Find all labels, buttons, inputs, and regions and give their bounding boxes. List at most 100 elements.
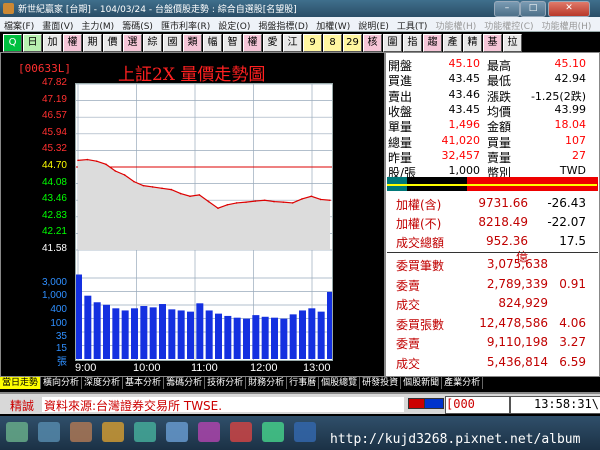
toolbar-button[interactable]: 日 bbox=[23, 34, 42, 52]
status-bar: 精誠 資料來源:台灣證券交易所 TWSE. [000 13:58:31\ bbox=[0, 392, 600, 414]
menu-item[interactable]: 揭盤指標(D) bbox=[254, 17, 312, 32]
toolbar-button[interactable]: 指 bbox=[403, 34, 422, 52]
time-tick-label: 10:00 bbox=[133, 362, 161, 374]
menu-item[interactable]: 工具(T) bbox=[393, 17, 432, 32]
toolbar-button[interactable]: 精 bbox=[463, 34, 482, 52]
tab-8[interactable]: 個股總覽 bbox=[319, 377, 361, 389]
price-point bbox=[207, 200, 210, 203]
toolbar-button[interactable]: Q bbox=[3, 34, 22, 52]
menu-item[interactable]: 功能權(H) bbox=[431, 17, 480, 32]
menu-item[interactable]: 功能權控(C) bbox=[480, 17, 537, 32]
close-button[interactable]: ✕ bbox=[548, 1, 590, 17]
toolbar-button[interactable]: 選 bbox=[123, 34, 142, 52]
toolbar-button[interactable]: 國 bbox=[163, 34, 182, 52]
toolbar-button[interactable]: 核 bbox=[363, 34, 382, 52]
quote-value: 18.04 bbox=[554, 118, 587, 132]
price-point bbox=[282, 201, 285, 203]
stat-label: 委買筆數 bbox=[396, 259, 445, 273]
taskbar-app-icon[interactable] bbox=[262, 422, 284, 442]
taskbar-app-icon[interactable] bbox=[294, 422, 316, 442]
menu-item[interactable]: 籌碼(S) bbox=[118, 17, 157, 32]
menu-item[interactable]: 主力(M) bbox=[77, 17, 118, 32]
toolbar: Q 日加權期價選綜國類幅智權愛江 9 8 29 核圍指趨產精基拉 bbox=[0, 32, 600, 52]
taskbar-app-icon[interactable] bbox=[134, 422, 156, 442]
toolbar-button[interactable]: 權 bbox=[63, 34, 82, 52]
tab-1[interactable]: 橫向分析 bbox=[41, 377, 83, 389]
tab-6[interactable]: 財務分析 bbox=[246, 377, 288, 389]
volume-bar bbox=[159, 304, 166, 359]
quote-value: 45.10 bbox=[448, 57, 481, 70]
minimize-button[interactable]: – bbox=[494, 1, 520, 17]
menu-item[interactable]: 功能權用(H) bbox=[538, 17, 596, 32]
toolbar-button[interactable]: 9 bbox=[303, 34, 322, 52]
menu-item[interactable]: 設定(O) bbox=[214, 17, 254, 32]
toolbar-button[interactable]: 愛 bbox=[263, 34, 282, 52]
volume-tick-label: 100 bbox=[50, 318, 67, 329]
toolbar-button[interactable]: 趨 bbox=[423, 34, 442, 52]
toolbar-button[interactable]: 價 bbox=[103, 34, 122, 52]
quote-value: 45.10 bbox=[554, 57, 587, 70]
stock-code: [00633L] bbox=[18, 62, 71, 75]
toolbar-button[interactable]: 幅 bbox=[203, 34, 222, 52]
toolbar-button[interactable]: 類 bbox=[183, 34, 202, 52]
price-tick-label: 42.21 bbox=[41, 226, 67, 238]
volume-bar bbox=[177, 310, 185, 359]
taskbar-app-icon[interactable] bbox=[102, 422, 124, 442]
volume-bar bbox=[149, 307, 157, 359]
tab-7[interactable]: 行事曆 bbox=[287, 377, 320, 389]
toolbar-button[interactable]: 產 bbox=[443, 34, 462, 52]
tab-11[interactable]: 產業分析 bbox=[442, 377, 484, 389]
toolbar-button[interactable]: 29 bbox=[343, 34, 362, 52]
window-title: 新世紀贏家 [台期] - 104/03/24 - 台盤價股走勢 : 綜合自選股[… bbox=[18, 5, 297, 15]
toolbar-button[interactable]: 期 bbox=[83, 34, 102, 52]
menu-item[interactable]: 說明(E) bbox=[354, 17, 393, 32]
time-tick-label: 9:00 bbox=[75, 362, 97, 374]
toolbar-button[interactable]: 圍 bbox=[383, 34, 402, 52]
volume-bar bbox=[252, 315, 260, 359]
index-value: 9731.66 bbox=[478, 196, 528, 210]
index-change: 17.5 bbox=[559, 234, 586, 248]
status-label: 精誠 bbox=[10, 399, 35, 413]
tab-4[interactable]: 籌碼分析 bbox=[164, 377, 206, 389]
taskbar-app-icon[interactable] bbox=[166, 422, 188, 442]
volume-unit-label: 張 bbox=[57, 357, 67, 368]
toolbar-button[interactable]: 智 bbox=[223, 34, 242, 52]
tab-2[interactable]: 深度分析 bbox=[82, 377, 124, 389]
price-point bbox=[114, 170, 117, 172]
volume-bar bbox=[299, 310, 306, 359]
price-point bbox=[319, 198, 322, 201]
menu-item[interactable]: 檔案(F) bbox=[0, 17, 38, 32]
toolbar-button[interactable]: 基 bbox=[483, 34, 502, 52]
menu-item[interactable]: 匯市利率(R) bbox=[157, 17, 214, 32]
toolbar-button[interactable]: 江 bbox=[283, 34, 302, 52]
toolbar-button[interactable]: 加 bbox=[43, 34, 62, 52]
menu-item[interactable]: 畫面(V) bbox=[38, 17, 77, 32]
tab-10[interactable]: 個股新聞 bbox=[401, 377, 443, 389]
tab-3[interactable]: 基本分析 bbox=[123, 377, 165, 389]
index-label: 加權(含) bbox=[396, 198, 442, 212]
tab-0[interactable]: 當日走勢 bbox=[0, 377, 42, 389]
price-point bbox=[77, 159, 79, 162]
price-tick-label: 44.70 bbox=[41, 160, 67, 171]
taskbar-app-icon[interactable] bbox=[70, 422, 92, 442]
index-value: 8218.49 bbox=[478, 215, 528, 229]
tab-9[interactable]: 研發投資 bbox=[360, 377, 402, 389]
toolbar-button[interactable]: 權 bbox=[243, 34, 262, 52]
price-tick-label: 43.46 bbox=[41, 193, 67, 205]
volume-bar bbox=[271, 317, 278, 359]
price-point bbox=[226, 203, 229, 206]
taskbar-app-icon[interactable] bbox=[230, 422, 252, 442]
toolbar-button[interactable]: 8 bbox=[323, 34, 342, 52]
toolbar-button[interactable]: 綜 bbox=[143, 34, 162, 52]
menu-item[interactable]: 加權(W) bbox=[312, 17, 354, 32]
maximize-button[interactable]: □ bbox=[520, 1, 546, 17]
price-point bbox=[179, 192, 182, 195]
taskbar-app-icon[interactable] bbox=[38, 422, 60, 442]
tab-5[interactable]: 技術分析 bbox=[205, 377, 247, 389]
start-icon[interactable] bbox=[6, 422, 28, 442]
price-volume-chart bbox=[75, 83, 334, 360]
toolbar-button[interactable]: 拉 bbox=[503, 34, 522, 52]
plot-area[interactable] bbox=[75, 83, 334, 361]
quote-value: 1,496 bbox=[448, 118, 481, 132]
taskbar-app-icon[interactable] bbox=[198, 422, 220, 442]
